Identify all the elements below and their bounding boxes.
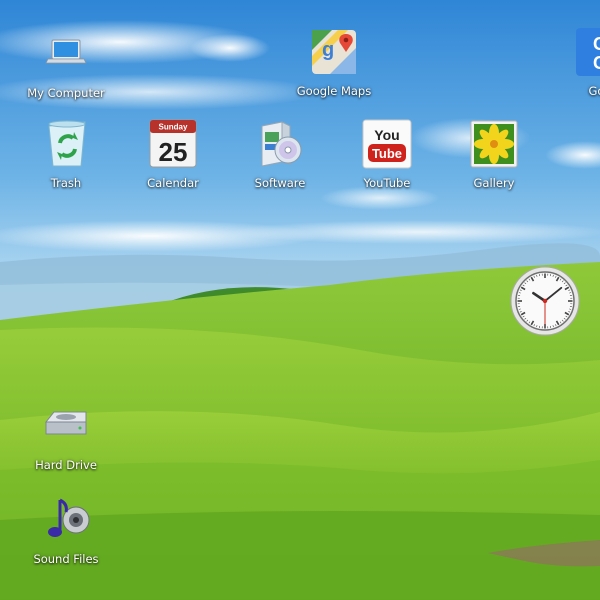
analog-clock-widget[interactable] — [510, 266, 580, 336]
google-icon: G G — [576, 28, 600, 76]
desktop-icon-google[interactable]: G G Goo — [550, 26, 600, 98]
hard-drive-icon — [44, 411, 87, 435]
youtube-logo-tube: Tube — [372, 146, 402, 161]
icon-label: Goo — [588, 84, 600, 98]
desktop-icon-google-maps[interactable]: g Google Maps — [284, 26, 384, 98]
desktop-icon-software[interactable]: Software — [230, 118, 330, 190]
youtube-logo-you: You — [374, 127, 399, 143]
svg-text:g: g — [322, 39, 334, 61]
icon-label: Calendar — [147, 176, 199, 190]
icon-label: YouTube — [363, 176, 411, 190]
music-note-speaker-icon — [48, 498, 90, 537]
icon-label: Software — [254, 176, 306, 190]
desktop-icon-youtube[interactable]: You Tube YouTube — [337, 118, 437, 190]
desktop-icon-calendar[interactable]: Sunday 25 Calendar — [123, 118, 223, 190]
clock-center-pin — [542, 298, 548, 304]
youtube-icon: You Tube — [362, 119, 412, 169]
desktop-icon-gallery[interactable]: Gallery — [444, 118, 544, 190]
svg-text:G: G — [593, 53, 600, 73]
recycle-bin-icon — [48, 120, 86, 167]
google-maps-icon: g — [312, 30, 356, 74]
gallery-flower-icon — [470, 120, 518, 168]
calendar-icon: Sunday 25 — [149, 119, 197, 168]
icon-label: Trash — [50, 176, 82, 190]
desktop-icon-trash[interactable]: Trash — [16, 118, 116, 190]
desktop-icon-sound-files[interactable]: Sound Files — [16, 494, 116, 566]
icon-label: Sound Files — [33, 552, 99, 566]
desktop-icon-hard-drive[interactable]: Hard Drive — [16, 400, 116, 472]
desktop-icon-my-computer[interactable]: My Computer — [16, 28, 116, 100]
software-box-icon — [261, 121, 302, 167]
svg-text:G: G — [593, 34, 600, 54]
calendar-day-text: Sunday — [159, 123, 188, 132]
desktop: My Computer g Google Maps G G Goo — [0, 0, 600, 600]
icon-label: Hard Drive — [35, 458, 97, 472]
icon-label: Google Maps — [296, 84, 372, 98]
icon-label: My Computer — [27, 86, 105, 100]
icon-label: Gallery — [473, 176, 515, 190]
laptop-icon — [45, 39, 87, 64]
calendar-date-text: 25 — [159, 137, 188, 167]
